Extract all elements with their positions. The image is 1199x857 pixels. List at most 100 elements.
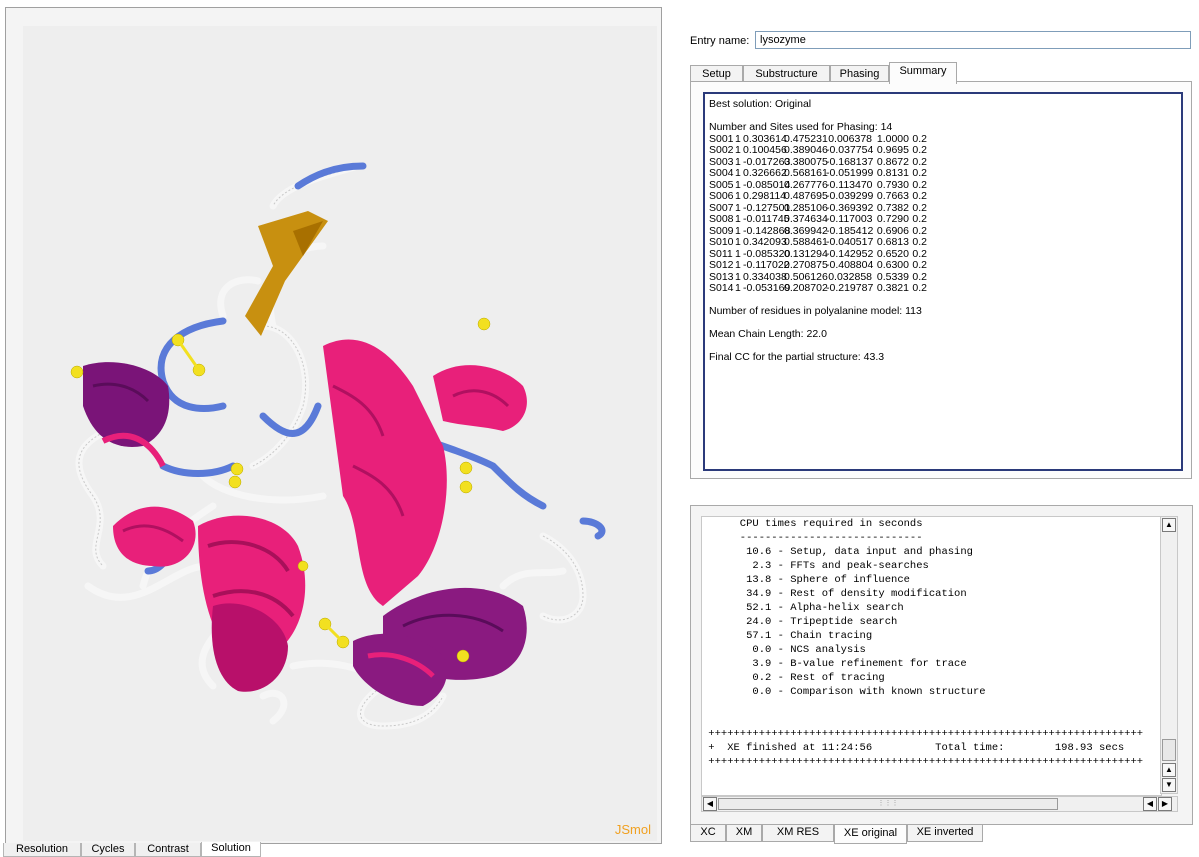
log-line: -----------------------------	[702, 532, 923, 544]
scroll-down-icon[interactable]: ▼	[1162, 778, 1176, 792]
site-x: 0.326662	[743, 167, 787, 179]
site-x: 0.298114	[743, 190, 787, 202]
site-count: 1	[735, 167, 741, 179]
scroll-up-icon[interactable]: ▲	[1162, 763, 1176, 777]
scroll-left-icon[interactable]: ◀	[703, 797, 717, 811]
site-z: -0.037754	[826, 144, 874, 156]
site-id: S004	[709, 167, 734, 179]
tab-contrast[interactable]: Contrast	[135, 843, 201, 857]
site-row: S0021 0.1004560.389046-0.037754 0.9695 0.2	[709, 144, 1177, 157]
site-y: 0.487695	[784, 190, 828, 202]
site-b: 0.2	[912, 213, 927, 225]
site-z: -0.117003	[826, 213, 873, 225]
site-count: 1	[735, 259, 741, 271]
site-row: S0061 0.2981140.487695-0.039299 0.7663 0.2	[709, 190, 1177, 203]
tab-resolution[interactable]: Resolution	[3, 843, 81, 857]
log-line: 52.1 - Alpha-helix search	[702, 602, 904, 614]
log-line: 0.0 - Comparison with known structure	[702, 686, 986, 698]
entry-name-label: Entry name:	[690, 35, 750, 47]
site-b: 0.2	[912, 282, 927, 294]
tab-xm-res[interactable]: XM RES	[762, 825, 834, 842]
tab-xe-inverted[interactable]: XE inverted	[907, 825, 983, 842]
log-hscroll-thumb[interactable]: ⋮⋮⋮	[718, 798, 1058, 810]
site-count: 1	[735, 213, 741, 225]
log-line: CPU times required in seconds	[702, 518, 923, 530]
scroll-left-icon[interactable]: ◀	[1143, 797, 1157, 811]
protein-cartoon	[70, 162, 606, 730]
site-row: S0101 0.3420930.588461-0.040517 0.6813 0.2	[709, 236, 1177, 249]
log-line: + XE finished at 11:24:56 Total time: 19…	[702, 742, 1125, 754]
site-row: S0081 -0.0117450.374634-0.117003 0.7290 0.2	[709, 213, 1177, 226]
site-count: 1	[735, 190, 741, 202]
log-output[interactable]: CPU times required in seconds ----------…	[701, 516, 1162, 796]
site-occupancy: 0.7663	[876, 190, 909, 202]
site-y: 0.374634	[784, 213, 828, 225]
summary-tab-body: Best solution: Original Number and Sites…	[690, 81, 1192, 479]
log-line: ++++++++++++++++++++++++++++++++++++++++…	[702, 728, 1144, 740]
site-b: 0.2	[912, 190, 927, 202]
molecule-viewer-canvas[interactable]: JSmol	[23, 26, 657, 841]
summary-text-box: Best solution: Original Number and Sites…	[703, 92, 1183, 471]
site-y: 0.568161	[784, 167, 828, 179]
tab-cycles[interactable]: Cycles	[81, 843, 135, 857]
site-b: 0.2	[912, 144, 927, 156]
site-row: S0041 0.3266620.568161-0.051999 0.8131 0.2	[709, 167, 1177, 180]
log-line: 3.9 - B-value refinement for trace	[702, 658, 967, 670]
site-count: 1	[735, 282, 741, 294]
tab-summary[interactable]: Summary	[889, 62, 957, 84]
site-occupancy: 0.8131	[876, 167, 909, 179]
site-b: 0.2	[912, 259, 927, 271]
log-line: 24.0 - Tripeptide search	[702, 616, 898, 628]
log-line: 13.8 - Sphere of influence	[702, 574, 910, 586]
scroll-up-icon[interactable]: ▲	[1162, 518, 1176, 532]
tab-xe-original[interactable]: XE original	[834, 825, 907, 844]
site-row: S0121 -0.1170220.270875-0.408804 0.6300 0.2	[709, 259, 1177, 272]
log-line: 34.9 - Rest of density modification	[702, 588, 967, 600]
site-z: -0.040517	[826, 236, 874, 248]
scroll-right-icon[interactable]: ▶	[1158, 797, 1172, 811]
site-occupancy: 0.9695	[876, 144, 909, 156]
summary-panel: Entry name: lysozyme Setup Substructure …	[680, 25, 1193, 481]
log-scroll-thumb[interactable]	[1162, 739, 1176, 761]
site-x: -0.011745	[743, 213, 790, 225]
site-id: S012	[709, 259, 734, 271]
site-x: -0.117022	[743, 259, 790, 271]
site-occupancy: 0.3821	[876, 282, 909, 294]
site-y: 0.270875	[784, 259, 828, 271]
best-solution-text: Best solution: Original	[709, 98, 812, 110]
tab-xm[interactable]: XM	[726, 825, 762, 842]
log-horizontal-scrollbar[interactable]: ◀ ⋮⋮⋮ ◀ ▶	[701, 796, 1178, 812]
site-occupancy: 0.7290	[876, 213, 909, 225]
entry-name-input[interactable]: lysozyme	[755, 31, 1191, 49]
site-y: 0.389046	[784, 144, 828, 156]
viewer-panel: JSmol	[5, 7, 662, 844]
residues-text: Number of residues in polyalanine model:…	[709, 305, 922, 317]
tab-xc[interactable]: XC	[690, 825, 726, 842]
log-line: ++++++++++++++++++++++++++++++++++++++++…	[702, 756, 1144, 768]
site-y: 0.208702	[784, 282, 828, 294]
site-id: S014	[709, 282, 734, 294]
sites-header-text: Number and Sites used for Phasing: 14	[709, 121, 893, 133]
site-occupancy: 0.6300	[876, 259, 909, 271]
site-z: -0.051999	[826, 167, 874, 179]
log-line: 57.1 - Chain tracing	[702, 630, 873, 642]
site-count: 1	[735, 144, 741, 156]
log-line: 0.0 - NCS analysis	[702, 644, 866, 656]
site-z: -0.408804	[826, 259, 874, 271]
site-z: -0.039299	[826, 190, 874, 202]
final-cc-text: Final CC for the partial structure: 43.3	[709, 351, 885, 363]
log-panel: CPU times required in seconds ----------…	[690, 505, 1193, 825]
site-x: 0.100456	[743, 144, 787, 156]
log-line: 10.6 - Setup, data input and phasing	[702, 546, 973, 558]
jsmol-brand-label: JSmol	[614, 822, 651, 837]
log-line: 2.3 - FFTs and peak-searches	[702, 560, 929, 572]
tab-solution[interactable]: Solution	[201, 842, 261, 857]
site-id: S002	[709, 144, 734, 156]
site-occupancy: 0.6813	[876, 236, 909, 248]
log-vertical-scrollbar[interactable]: ▲ ▲ ▼	[1160, 516, 1178, 794]
chain-length-text: Mean Chain Length: 22.0	[709, 328, 827, 340]
site-z: -0.219787	[826, 282, 874, 294]
site-x: 0.342093	[743, 236, 787, 248]
